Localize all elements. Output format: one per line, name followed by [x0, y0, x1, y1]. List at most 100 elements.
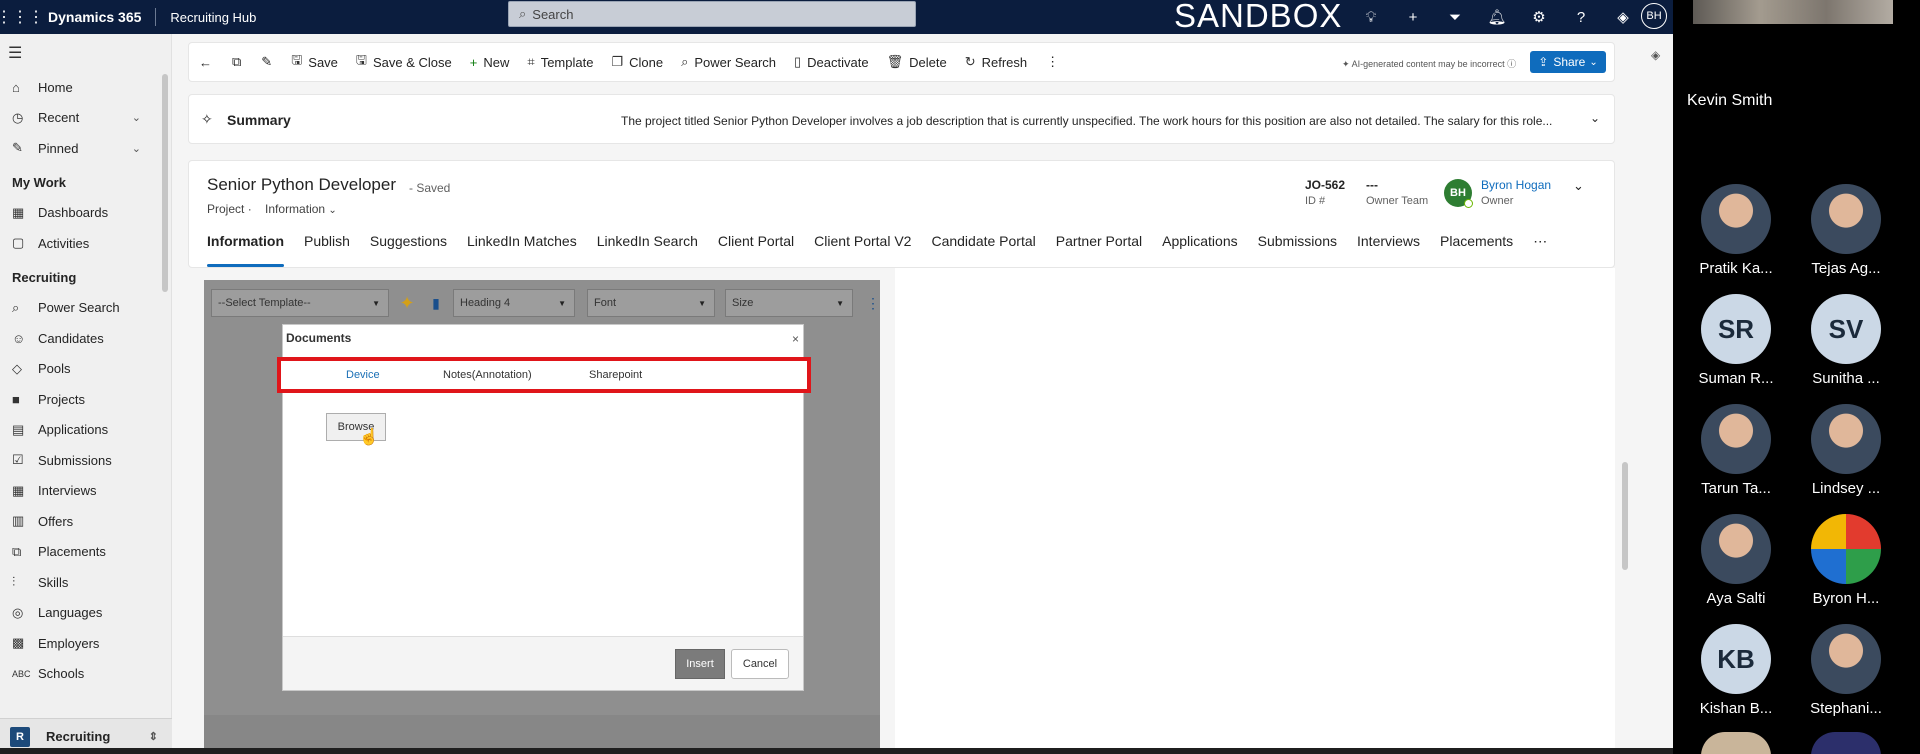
- insert-button[interactable]: Insert: [675, 649, 725, 679]
- info-icon[interactable]: ⓘ: [1507, 59, 1516, 69]
- tab-applications[interactable]: Applications: [1162, 233, 1238, 267]
- participant-tile[interactable]: Aya Salti: [1681, 514, 1791, 607]
- tab-linkedin-matches[interactable]: LinkedIn Matches: [467, 233, 577, 267]
- participant-tile[interactable]: Byron H...: [1791, 514, 1901, 607]
- close-icon[interactable]: ×: [792, 332, 799, 346]
- new-button[interactable]: + New: [461, 42, 519, 82]
- tab-placements[interactable]: Placements: [1440, 233, 1513, 267]
- owner-avatar[interactable]: BH: [1444, 179, 1473, 208]
- hub-name[interactable]: Recruiting Hub: [156, 10, 256, 25]
- more-commands-button[interactable]: ⋮: [1036, 42, 1069, 82]
- participant-tile[interactable]: SV Sunitha ...: [1791, 294, 1901, 387]
- tab-candidate-portal[interactable]: Candidate Portal: [931, 233, 1035, 267]
- power-search-button[interactable]: ⌕ Power Search: [672, 42, 785, 82]
- app-launcher-icon[interactable]: ⋮⋮⋮: [0, 0, 44, 34]
- tab-submissions[interactable]: Submissions: [1258, 233, 1337, 267]
- ai-disclaimer: ✦ AI-generated content may be incorrect …: [1342, 59, 1517, 69]
- document-icon[interactable]: ▮: [425, 295, 447, 312]
- back-button[interactable]: ←: [189, 42, 222, 82]
- nav-item-employers[interactable]: ▩ Employers: [0, 628, 171, 659]
- chevron-down-icon[interactable]: ⌄: [1573, 178, 1584, 194]
- copilot-icon[interactable]: ◈: [1651, 48, 1660, 62]
- tab-notes-annotation[interactable]: Notes(Annotation): [443, 369, 532, 381]
- tab-client-portal-v2[interactable]: Client Portal V2: [814, 233, 911, 267]
- nav-item-skills[interactable]: ⫶ Skills: [0, 567, 171, 598]
- save-close-button[interactable]: 🖫︎ Save & Close: [347, 42, 461, 82]
- chevron-down-icon[interactable]: ⌄: [132, 111, 141, 124]
- nav-item-schools[interactable]: ABC Schools: [0, 659, 171, 690]
- search-icon: ⌕: [519, 6, 527, 21]
- heading-select[interactable]: Heading 4 ▼: [453, 289, 575, 317]
- search-input[interactable]: ⌕ Search: [508, 1, 916, 27]
- lightbulb-icon[interactable]: 💡︎: [1350, 9, 1392, 26]
- tab-client-portal[interactable]: Client Portal: [718, 233, 794, 267]
- cancel-button[interactable]: Cancel: [731, 649, 789, 679]
- nav-scrollbar[interactable]: [162, 74, 168, 292]
- bell-icon[interactable]: 🔔︎: [1476, 8, 1518, 26]
- nav-item-projects[interactable]: ■ Projects: [0, 384, 171, 415]
- dropdown-arrow-icon: ▼: [558, 299, 566, 308]
- size-select[interactable]: Size ▼: [725, 289, 853, 317]
- participant-tile[interactable]: KB Kishan B...: [1681, 624, 1791, 717]
- nav-item-submissions[interactable]: ☑ Submissions: [0, 445, 171, 476]
- nav-item-recent[interactable]: ◷ Recent ⌄: [0, 103, 171, 134]
- deactivate-button[interactable]: ▯ Deactivate: [785, 42, 878, 82]
- nav-item-languages[interactable]: ◎ Languages: [0, 598, 171, 629]
- participant-tile[interactable]: SR Suman R...: [1681, 294, 1791, 387]
- tab-suggestions[interactable]: Suggestions: [370, 233, 447, 267]
- nav-item-placements[interactable]: ⧉ Placements: [0, 537, 171, 568]
- form-right-pane: [895, 268, 1615, 754]
- nav-item-home[interactable]: ⌂ Home: [0, 72, 171, 103]
- more-tabs-icon[interactable]: ⋯: [1533, 233, 1547, 267]
- help-icon[interactable]: ?: [1560, 9, 1602, 26]
- area-label: Recruiting: [46, 729, 111, 744]
- chevron-down-icon[interactable]: ⌄: [1590, 111, 1600, 125]
- save-button[interactable]: 🖫︎ Save: [282, 42, 347, 82]
- tab-device[interactable]: Device: [346, 369, 380, 381]
- template-select[interactable]: --Select Template-- ▼: [211, 289, 389, 317]
- tab-information[interactable]: Information: [207, 233, 284, 267]
- participant-tile[interactable]: Tejas Ag...: [1791, 184, 1901, 277]
- owner-link[interactable]: Byron Hogan: [1481, 178, 1551, 192]
- gear-icon[interactable]: ⚙: [1518, 8, 1560, 26]
- tab-partner-portal[interactable]: Partner Portal: [1056, 233, 1142, 267]
- nav-item-interviews[interactable]: ▦ Interviews: [0, 476, 171, 507]
- participant-tile[interactable]: Tarun Ta...: [1681, 404, 1791, 497]
- participant-tile[interactable]: Lindsey ...: [1791, 404, 1901, 497]
- nav-item-offers[interactable]: ▥ Offers: [0, 506, 171, 537]
- plus-icon[interactable]: +: [1392, 9, 1434, 26]
- share-button[interactable]: ⇪ Share ⌄: [1530, 51, 1606, 73]
- filter-icon[interactable]: ⏷: [1434, 9, 1476, 26]
- edit-form-button[interactable]: ✎: [251, 42, 282, 82]
- popout-icon: ⧉: [232, 54, 242, 69]
- form-scrollbar[interactable]: [1622, 462, 1628, 570]
- chevron-down-icon[interactable]: ⌄: [132, 142, 141, 155]
- more-vertical-icon[interactable]: ⋮: [853, 295, 893, 312]
- nav-item-pinned[interactable]: ✎ Pinned ⌄: [0, 133, 171, 164]
- nav-item-pools[interactable]: ◇ Pools: [0, 354, 171, 385]
- participant-tile[interactable]: Stephani...: [1791, 624, 1901, 717]
- template-button[interactable]: ⌗ Template: [518, 42, 602, 82]
- nav-item-power-search[interactable]: ⌕ Power Search: [0, 293, 171, 324]
- hamburger-icon[interactable]: ☰: [0, 34, 171, 72]
- user-avatar[interactable]: BH: [1641, 3, 1667, 29]
- tab-linkedin-search[interactable]: LinkedIn Search: [597, 233, 698, 267]
- nav-item-activities[interactable]: ▢ Activities: [0, 228, 171, 259]
- open-new-window-button[interactable]: ⧉: [222, 42, 251, 82]
- share-icon: ⇪: [1538, 55, 1549, 69]
- participant-tile[interactable]: Pratik Ka...: [1681, 184, 1791, 277]
- nav-item-candidates[interactable]: ☺ Candidates: [0, 323, 171, 354]
- ai-sparkle-icon[interactable]: ✦: [389, 293, 425, 314]
- refresh-button[interactable]: ↻ Refresh: [956, 42, 1036, 82]
- font-select[interactable]: Font ▼: [587, 289, 715, 317]
- delete-button[interactable]: 🗑︎ Delete: [878, 42, 956, 82]
- app-name[interactable]: Dynamics 365: [40, 9, 155, 25]
- copilot-icon[interactable]: ◈: [1602, 8, 1644, 26]
- tab-publish[interactable]: Publish: [304, 233, 350, 267]
- nav-item-dashboards[interactable]: ▦ Dashboards: [0, 198, 171, 229]
- nav-item-applications[interactable]: ▤ Applications: [0, 415, 171, 446]
- form-selector[interactable]: Information ⌄: [265, 202, 337, 216]
- tab-interviews[interactable]: Interviews: [1357, 233, 1420, 267]
- tab-sharepoint[interactable]: Sharepoint: [589, 369, 642, 381]
- clone-button[interactable]: ❐ Clone: [602, 42, 672, 82]
